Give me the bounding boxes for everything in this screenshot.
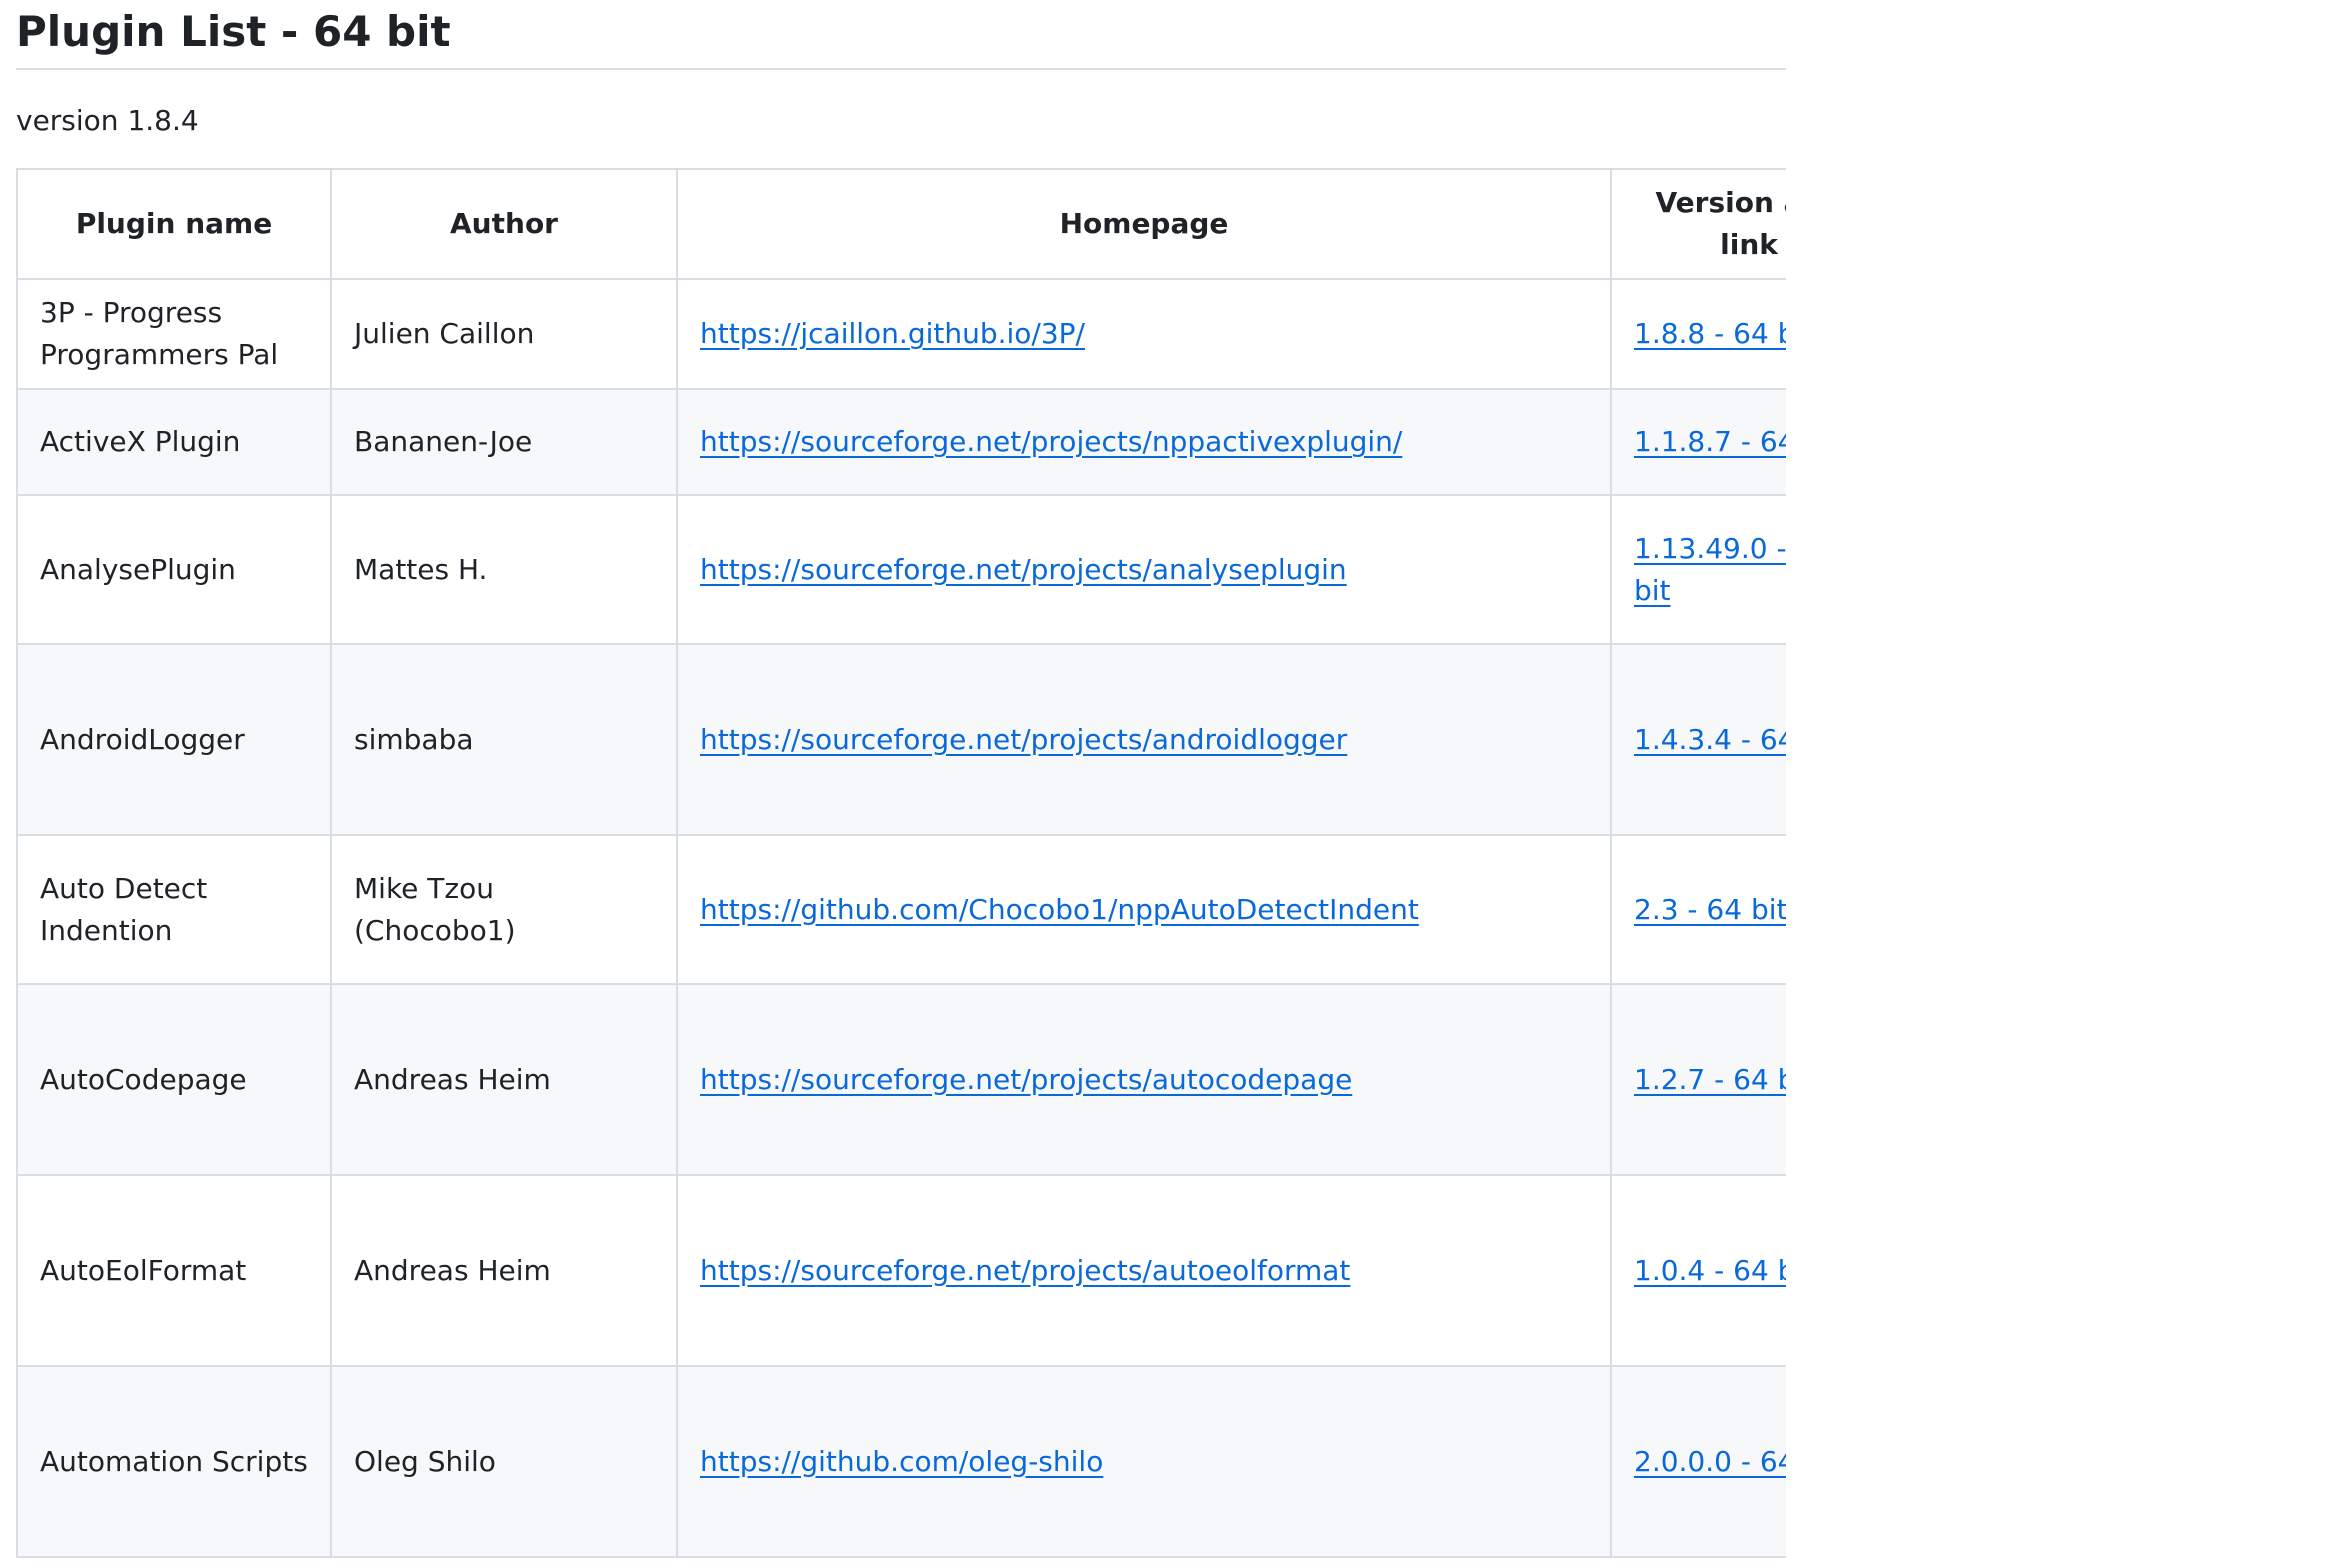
plugin-table-container: Plugin name Author Homepage Version and … (16, 168, 1786, 1567)
cell-homepage: https://sourceforge.net/projects/analyse… (676, 494, 1612, 645)
table-header-row: Plugin name Author Homepage Version and … (16, 168, 1786, 280)
cell-homepage: https://github.com/oleg-shilo (676, 1365, 1612, 1558)
cell-version: 1.13.49.0 - 64 bit (1610, 494, 1786, 645)
cell-author: Julien Caillon (330, 278, 678, 390)
homepage-link[interactable]: https://github.com/Chocobo1/nppAutoDetec… (700, 893, 1419, 926)
table-row: Auto Detect Indention Mike Tzou (Chocobo… (16, 834, 1786, 985)
cell-plugin-name: Automation Scripts (16, 1365, 332, 1558)
homepage-link[interactable]: https://sourceforge.net/projects/android… (700, 723, 1347, 756)
table-row: AnalysePlugin Mattes H. https://sourcefo… (16, 494, 1786, 645)
cell-author: Mike Tzou (Chocobo1) (330, 834, 678, 985)
cell-homepage: https://sourceforge.net/projects/autoeol… (676, 1174, 1612, 1367)
cell-version: 1.4.3.4 - 64 bit (1610, 643, 1786, 836)
cell-plugin-name: AutoEolFormat (16, 1174, 332, 1367)
version-link[interactable]: 1.4.3.4 - 64 bit (1634, 719, 1786, 761)
cell-plugin-name: 3P - Progress Programmers Pal (16, 278, 332, 390)
version-link[interactable]: 2.3 - 64 bit (1634, 889, 1786, 931)
title-divider (16, 68, 1786, 70)
table-row: AndroidLogger simbaba https://sourceforg… (16, 643, 1786, 836)
cell-homepage: https://github.com/Chocobo1/nppAutoDetec… (676, 834, 1612, 985)
cell-homepage: https://sourceforge.net/projects/android… (676, 643, 1612, 836)
cell-plugin-name: ActiveX Plugin (16, 388, 332, 496)
header-plugin-name: Plugin name (16, 168, 332, 280)
cell-version: 2.0.0.0 - 64 bit (1610, 1365, 1786, 1558)
cell-plugin-name: AndroidLogger (16, 643, 332, 836)
header-homepage: Homepage (676, 168, 1612, 280)
homepage-link[interactable]: https://sourceforge.net/projects/analyse… (700, 553, 1347, 586)
homepage-link[interactable]: https://jcaillon.github.io/3P/ (700, 317, 1085, 350)
homepage-link[interactable]: https://sourceforge.net/projects/autocod… (700, 1063, 1352, 1096)
table-row: 3P - Progress Programmers Pal Julien Cai… (16, 278, 1786, 390)
cell-author: Andreas Heim (330, 983, 678, 1176)
cell-author: simbaba (330, 643, 678, 836)
table-row: ActiveX Plugin Bananen-Joe https://sourc… (16, 388, 1786, 496)
cell-plugin-name: AnalysePlugin (16, 494, 332, 645)
version-link[interactable]: 1.0.4 - 64 bit (1634, 1250, 1786, 1292)
cell-homepage: https://sourceforge.net/projects/nppacti… (676, 388, 1612, 496)
homepage-link[interactable]: https://github.com/oleg-shilo (700, 1445, 1103, 1478)
header-version-link: Version and link (1610, 168, 1786, 280)
cell-author: Mattes H. (330, 494, 678, 645)
cell-homepage: https://sourceforge.net/projects/autocod… (676, 983, 1612, 1176)
cell-version: 1.2.7 - 64 bit (1610, 983, 1786, 1176)
cell-plugin-name: Auto Detect Indention (16, 834, 332, 985)
cell-version: 2.3 - 64 bit (1610, 834, 1786, 985)
cell-version: 1.8.8 - 64 bit (1610, 278, 1786, 390)
cell-homepage: https://jcaillon.github.io/3P/ (676, 278, 1612, 390)
page-content: Plugin List - 64 bit version 1.8.4 Plugi… (16, 0, 1786, 1567)
header-author: Author (330, 168, 678, 280)
plugin-table: Plugin name Author Homepage Version and … (16, 168, 1786, 1558)
version-text: version 1.8.4 (16, 104, 199, 137)
cell-author: Oleg Shilo (330, 1365, 678, 1558)
cell-author: Andreas Heim (330, 1174, 678, 1367)
version-link[interactable]: 2.0.0.0 - 64 bit (1634, 1441, 1786, 1483)
cell-plugin-name: AutoCodepage (16, 983, 332, 1176)
table-row: Automation Scripts Oleg Shilo https://gi… (16, 1365, 1786, 1558)
version-link[interactable]: 1.2.7 - 64 bit (1634, 1059, 1786, 1101)
table-row: AutoEolFormat Andreas Heim https://sourc… (16, 1174, 1786, 1367)
homepage-link[interactable]: https://sourceforge.net/projects/autoeol… (700, 1254, 1350, 1287)
version-link[interactable]: 1.8.8 - 64 bit (1634, 313, 1786, 355)
homepage-link[interactable]: https://sourceforge.net/projects/nppacti… (700, 425, 1402, 458)
page-title: Plugin List - 64 bit (16, 7, 451, 56)
cell-version: 1.0.4 - 64 bit (1610, 1174, 1786, 1367)
cell-author: Bananen-Joe (330, 388, 678, 496)
version-link[interactable]: 1.13.49.0 - 64 bit (1634, 528, 1786, 612)
table-row: AutoCodepage Andreas Heim https://source… (16, 983, 1786, 1176)
cell-version: 1.1.8.7 - 64 bit (1610, 388, 1786, 496)
version-link[interactable]: 1.1.8.7 - 64 bit (1634, 421, 1786, 463)
